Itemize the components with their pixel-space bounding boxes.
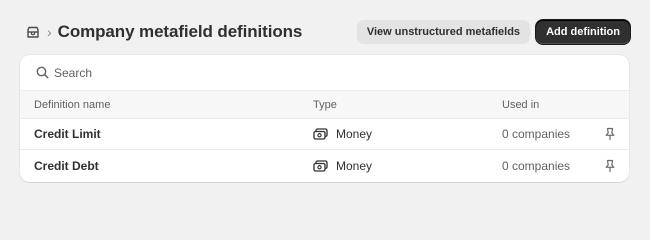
store-icon[interactable] — [25, 24, 41, 40]
type-label: Money — [336, 158, 373, 173]
view-unstructured-metafields-button[interactable]: View unstructured metafields — [356, 20, 531, 44]
definitions-card: Definition name Type Used in Credit Limi… — [20, 55, 629, 182]
add-definition-button[interactable]: Add definition — [536, 20, 630, 44]
definition-name[interactable]: Credit Debt — [34, 159, 99, 173]
definition-type: Money — [313, 159, 372, 173]
breadcrumb-separator: › — [47, 24, 52, 40]
used-in-count: 0 companies — [502, 158, 571, 173]
header-actions: View unstructured metafields Add definit… — [356, 20, 630, 44]
column-header-definition-name[interactable]: Definition name — [34, 99, 110, 111]
search-icon — [36, 66, 50, 80]
money-icon — [313, 127, 329, 141]
definition-type: Money — [313, 127, 372, 141]
column-header-used-in[interactable]: Used in — [502, 99, 539, 111]
type-label: Money — [336, 127, 373, 141]
used-in-count: 0 companies — [502, 127, 571, 141]
table-row[interactable]: Credit Limit Money 0 companies — [20, 119, 629, 150]
column-header-type[interactable]: Type — [313, 99, 337, 111]
pin-icon[interactable] — [604, 159, 616, 173]
page-header: › Company metafield definitions View uns… — [20, 19, 630, 45]
search-bar[interactable] — [20, 55, 629, 91]
pin-icon[interactable] — [604, 127, 616, 141]
money-icon — [313, 159, 329, 173]
search-input[interactable] — [54, 65, 554, 80]
page-title: Company metafield definitions — [57, 22, 303, 41]
table-header: Definition name Type Used in — [20, 91, 629, 119]
table-row[interactable]: Credit Debt Money 0 companies — [20, 150, 629, 181]
definition-name[interactable]: Credit Limit — [34, 127, 101, 141]
